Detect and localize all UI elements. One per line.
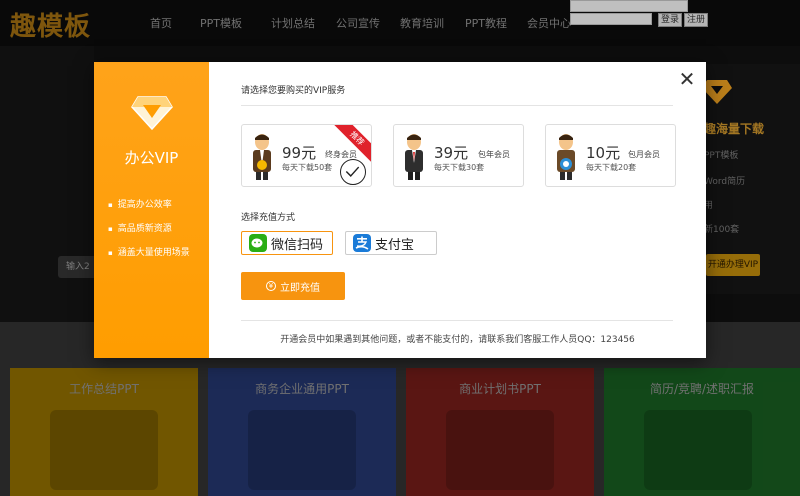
close-icon[interactable]: ✕ xyxy=(677,69,697,89)
plan-card-annual[interactable]: 39元 包年会员 每天下载30套 xyxy=(393,124,524,187)
businessman-icon xyxy=(405,134,423,180)
divider xyxy=(241,320,673,321)
plan-type: 包年会员 xyxy=(478,150,510,159)
plan-quota: 每天下载50套 xyxy=(282,163,333,172)
modal-side-panel: 办公VIP 提高办公效率 高品质新资源 涵盖大量使用场景 xyxy=(94,62,209,358)
plan-type: 包月会员 xyxy=(628,150,660,159)
vip-purchase-modal: 办公VIP 提高办公效率 高品质新资源 涵盖大量使用场景 ✕ 请选择您要购买的V… xyxy=(94,62,706,358)
plan-price: 99元 xyxy=(282,144,317,162)
plan-quota: 每天下载20套 xyxy=(586,163,637,172)
plan-quota: 每天下载30套 xyxy=(434,163,485,172)
wechat-pay-option[interactable]: 微信扫码 xyxy=(241,231,333,255)
vip-feature-item: 高品质新资源 xyxy=(108,221,172,234)
alipay-icon xyxy=(353,234,371,252)
pay-now-button[interactable]: ¥ 立即充值 xyxy=(241,272,345,300)
gem-icon xyxy=(131,96,173,130)
wechat-pay-icon xyxy=(249,234,267,252)
plan-price: 39元 xyxy=(434,144,469,162)
vip-title: 办公VIP xyxy=(124,149,179,167)
payment-option-label: 支付宝 xyxy=(375,237,415,253)
divider xyxy=(241,105,673,106)
vip-feature-item: 涵盖大量使用场景 xyxy=(108,245,190,258)
businessman-icon xyxy=(253,134,271,180)
alipay-option[interactable]: 支付宝 xyxy=(345,231,437,255)
pay-now-label: 立即充值 xyxy=(280,282,320,294)
vip-feature-item: 提高办公效率 xyxy=(108,197,172,210)
plan-card-monthly[interactable]: 10元 包月会员 每天下载20套 xyxy=(545,124,676,187)
support-note: 开通会员中如果遇到其他问题，或者不能支付的，请联系我们客服工作人员QQ：1234… xyxy=(280,335,635,345)
payment-method-label: 选择充值方式 xyxy=(241,213,296,223)
plan-price: 10元 xyxy=(586,144,621,162)
businessman-icon xyxy=(557,134,575,180)
selected-check-icon xyxy=(340,159,366,185)
payment-option-label: 微信扫码 xyxy=(271,237,324,253)
yen-icon: ¥ xyxy=(266,281,276,291)
plan-card-lifetime[interactable]: 99元 终身会员 每天下载50套 推荐 xyxy=(241,124,372,187)
vip-select-prompt: 请选择您要购买的VIP服务 xyxy=(241,86,346,96)
